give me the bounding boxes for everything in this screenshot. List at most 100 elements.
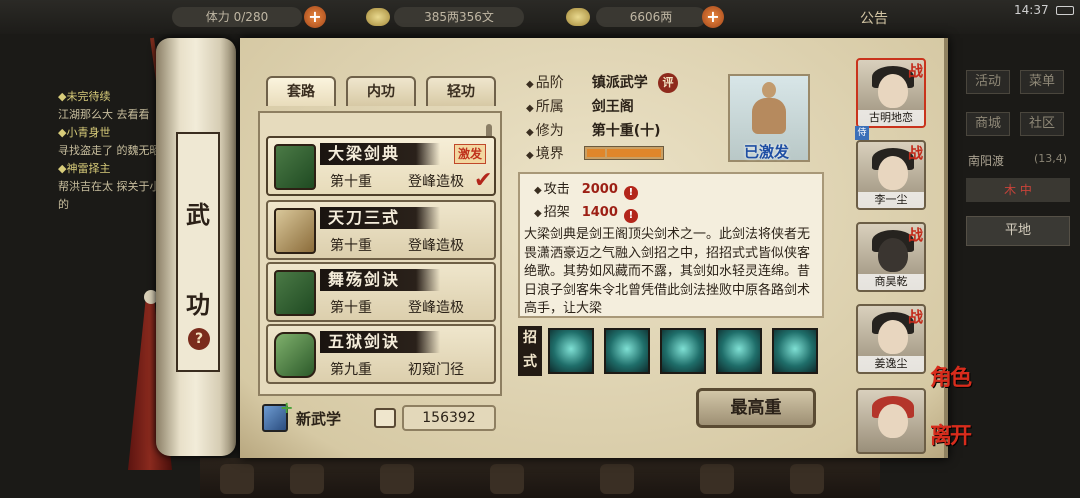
help-button[interactable]: ? xyxy=(188,328,210,350)
monk-head xyxy=(762,82,776,98)
move-icon[interactable] xyxy=(772,328,818,374)
activated-badge: 激发 xyxy=(454,144,487,164)
skill-mastery: 登峰造极 xyxy=(408,238,464,254)
companion-name: 古明地恋 xyxy=(858,110,924,126)
location-coords: (13,4) xyxy=(1034,152,1068,165)
skill-item[interactable]: 天刀三式 第十重 登峰造极 xyxy=(266,200,496,260)
battle-tag: 战 xyxy=(908,62,924,80)
parry-label: 招架 xyxy=(543,205,570,220)
meditating-monk-icon xyxy=(752,82,786,142)
companion-card[interactable] xyxy=(856,388,926,454)
menu-role-icon[interactable] xyxy=(220,464,254,494)
parry-row: ◆ 招架 1400! xyxy=(534,203,638,223)
realm-row: ◆ 境界 xyxy=(526,143,592,165)
parry-value: 1400 xyxy=(581,205,618,220)
community-button[interactable]: 社区 xyxy=(1020,112,1064,136)
tab-routine[interactable]: 套路 xyxy=(266,76,336,106)
move-icon[interactable] xyxy=(660,328,706,374)
leave-button[interactable]: 离开 xyxy=(930,418,972,450)
sect-row: ◆ 所属 剑王阁 xyxy=(526,96,634,118)
skill-item[interactable]: 大梁剑典 激发 第十重 登峰造极 ✔ xyxy=(266,136,496,196)
tan-book-icon xyxy=(274,208,316,254)
activity-button[interactable]: 活动 xyxy=(966,70,1010,94)
attack-row: ◆ 攻击 2000! xyxy=(534,180,638,200)
sect-label: 所属 xyxy=(535,99,564,115)
battle-tag: 战 xyxy=(908,226,924,244)
skill-item[interactable]: 舞殇剑诀 第十重 登峰造极 xyxy=(266,262,496,322)
evaluation-badge[interactable]: 评 xyxy=(658,73,678,93)
realm-segment xyxy=(587,149,605,157)
move-icon[interactable] xyxy=(548,328,594,374)
skill-name: 五狱剑诀 xyxy=(328,332,401,351)
gold-display: 6606两 xyxy=(596,7,706,27)
menu-journal-icon[interactable] xyxy=(700,464,734,494)
silver-display: 385两356文 xyxy=(394,7,524,27)
move-icon[interactable] xyxy=(716,328,762,374)
top-resource-bar xyxy=(0,0,1080,34)
realm-segment xyxy=(625,149,643,157)
rank-label: 品阶 xyxy=(535,75,564,91)
skill-name: 天刀三式 xyxy=(328,208,401,227)
monk-body xyxy=(752,98,786,134)
tab-lightness-skill[interactable]: 轻功 xyxy=(426,76,496,106)
gold-icon xyxy=(566,8,590,26)
menu-formation-icon[interactable] xyxy=(490,464,524,494)
green-book-icon xyxy=(274,270,316,316)
skill-item[interactable]: 五狱剑诀 第九重 初窥门径 xyxy=(266,324,496,384)
skill-level: 第十重 xyxy=(330,174,372,190)
battle-tag: 战 xyxy=(908,144,924,162)
alert-icon[interactable]: ! xyxy=(623,186,638,200)
sect-value: 剑王阁 xyxy=(591,99,634,115)
battery-icon xyxy=(1056,6,1074,15)
realm-progress-bar xyxy=(584,146,664,160)
open-book-icon xyxy=(374,408,396,428)
realm-segment xyxy=(643,149,661,157)
skill-points: 156392 xyxy=(402,405,496,431)
menu-skills-icon[interactable] xyxy=(600,464,634,494)
realm-segment xyxy=(607,149,625,157)
rank-row: ◆ 品阶 镇派武学 xyxy=(526,72,648,94)
moves-label: 招式 xyxy=(518,326,542,376)
character-face xyxy=(878,320,908,354)
attack-value: 2000 xyxy=(581,182,618,197)
panel-title-char: 武 xyxy=(186,200,210,229)
menu-ledger-icon[interactable] xyxy=(290,464,324,494)
cultivation-row: ◆ 修为 第十重(十) xyxy=(526,120,661,142)
skill-name: 大梁剑典 xyxy=(328,144,401,163)
green-book-icon xyxy=(274,144,316,190)
location-name: 南阳渡 xyxy=(968,154,1005,168)
alert-icon[interactable]: ! xyxy=(623,209,638,223)
attack-label: 攻击 xyxy=(543,182,570,197)
role-button[interactable]: 角色 xyxy=(930,360,972,392)
terrain-button[interactable]: 平地 xyxy=(966,216,1070,246)
scroll-icon xyxy=(274,332,316,378)
companion-name: 姜逸尘 xyxy=(858,356,924,372)
add-stamina-button[interactable]: + xyxy=(304,6,326,28)
checkmark-icon: ✔ xyxy=(474,168,493,193)
skill-mastery: 登峰造极 xyxy=(408,174,464,190)
battle-tag: 战 xyxy=(908,308,924,326)
move-icon[interactable] xyxy=(604,328,650,374)
notice-button[interactable]: 公告 xyxy=(860,8,888,28)
shop-button[interactable]: 商城 xyxy=(966,112,1010,136)
companion-name: 李一尘 xyxy=(858,192,924,208)
skill-level: 第十重 xyxy=(330,300,372,316)
skill-description: 大梁剑典是剑王阁顶尖剑术之一。此剑法将侠者无畏潇洒豪迈之气融入剑招之中，招招式式… xyxy=(524,227,811,314)
cultivation-label: 修为 xyxy=(535,123,564,139)
clock: 14:37 xyxy=(1014,3,1049,17)
add-gold-button[interactable]: + xyxy=(702,6,724,28)
menu-button[interactable]: 菜单 xyxy=(1020,70,1064,94)
skill-mastery: 初窥门径 xyxy=(408,362,464,378)
skill-level: 第九重 xyxy=(330,362,372,378)
new-skill-button[interactable]: 新武学 xyxy=(296,408,341,429)
character-face xyxy=(878,404,908,438)
companion-name: 商昊乾 xyxy=(858,274,924,290)
tab-inner-skill[interactable]: 内功 xyxy=(346,76,416,106)
menu-map-icon[interactable] xyxy=(790,464,824,494)
menu-martial-icon[interactable] xyxy=(380,464,414,494)
skill-mastery: 登峰造极 xyxy=(408,300,464,316)
compass: 木 中 xyxy=(966,178,1070,202)
max-level-button[interactable]: 最高重 xyxy=(696,388,816,428)
silver-icon xyxy=(366,8,390,26)
character-face xyxy=(878,74,908,108)
